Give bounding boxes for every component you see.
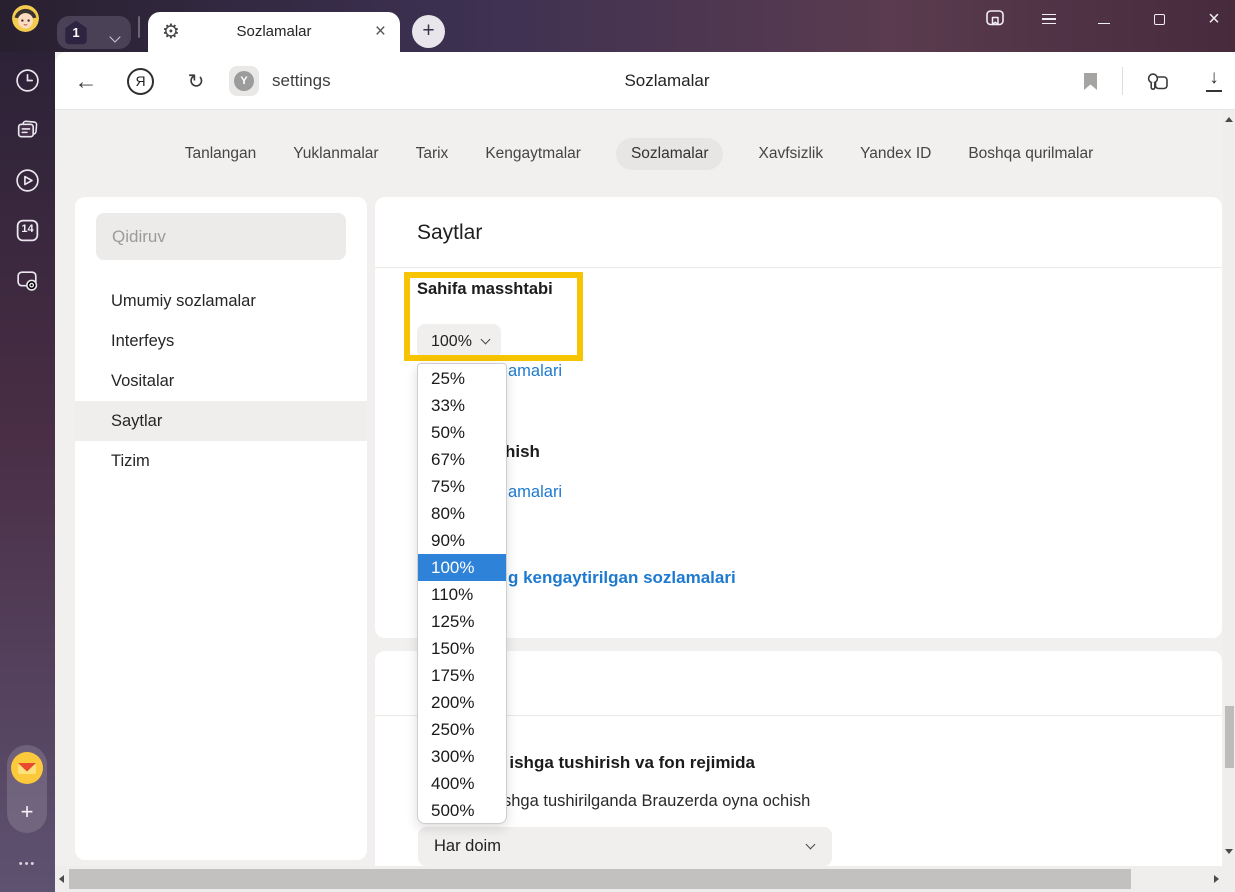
sidebar-item-tizim[interactable]: Tizim xyxy=(75,441,367,481)
highlight-annotation xyxy=(404,272,583,361)
tab-close-icon[interactable]: × xyxy=(375,12,386,52)
play-media-icon[interactable] xyxy=(14,167,41,194)
zoom-option[interactable]: 50% xyxy=(418,419,506,446)
zoom-option[interactable]: 80% xyxy=(418,500,506,527)
tab-count: 1 xyxy=(64,22,88,44)
section-divider xyxy=(375,267,1222,268)
scroll-down-arrow[interactable] xyxy=(1225,849,1233,854)
partial-link-1[interactable]: amalari xyxy=(508,362,562,381)
zoom-option[interactable]: 200% xyxy=(418,689,506,716)
downloads-icon[interactable]: ↓ xyxy=(1201,67,1227,95)
zoom-option[interactable]: 250% xyxy=(418,716,506,743)
sidebar-bookmarks-icon[interactable] xyxy=(983,7,1007,31)
horizontal-scrollbar[interactable] xyxy=(55,866,1235,892)
titlebar-divider xyxy=(138,16,140,38)
nav-tab-boshqa-qurilmalar[interactable]: Boshqa qurilmalar xyxy=(966,138,1095,170)
chevron-down-icon[interactable] xyxy=(111,28,119,46)
zoom-option[interactable]: 67% xyxy=(418,446,506,473)
zoom-option[interactable]: 110% xyxy=(418,581,506,608)
scroll-up-arrow[interactable] xyxy=(1225,117,1233,122)
sidebar-item-interfeys[interactable]: Interfeys xyxy=(75,321,367,361)
nav-tab-xavfsizlik[interactable]: Xavfsizlik xyxy=(756,138,825,170)
download-arrow: ↓ xyxy=(1201,67,1227,89)
address-bar-page-title: Sozlamalar xyxy=(99,52,1235,110)
nav-tab-yandex-id[interactable]: Yandex ID xyxy=(858,138,933,170)
zoom-option-selected[interactable]: 100% xyxy=(418,554,506,581)
settings-page: Tanlangan Yuklanmalar Tarix Kengaytmalar… xyxy=(55,110,1235,892)
settings-top-nav: Tanlangan Yuklanmalar Tarix Kengaytmalar… xyxy=(55,136,1223,172)
search-input[interactable] xyxy=(96,213,346,260)
screenshot-icon[interactable] xyxy=(14,267,41,294)
extensions-icon[interactable] xyxy=(1145,69,1171,95)
zoom-option[interactable]: 90% xyxy=(418,527,506,554)
maximize-button[interactable] xyxy=(1147,7,1171,31)
zoom-option[interactable]: 150% xyxy=(418,635,506,662)
tab-title: Sozlamalar xyxy=(148,12,400,52)
calendar-icon[interactable]: 14 xyxy=(14,217,41,244)
autostart-select-value: Har doim xyxy=(434,827,501,866)
zoom-option[interactable]: 300% xyxy=(418,743,506,770)
toolbar-divider xyxy=(1122,67,1123,95)
zoom-option[interactable]: 400% xyxy=(418,770,506,797)
side-rail: 14 + ••• xyxy=(0,52,55,892)
zoom-option[interactable]: 75% xyxy=(418,473,506,500)
zoom-option[interactable]: 500% xyxy=(418,797,506,824)
chevron-down-icon xyxy=(806,840,816,850)
advanced-settings-link[interactable]: g kengaytirilgan sozlamalari xyxy=(508,568,736,588)
more-options-dots[interactable]: ••• xyxy=(0,858,55,870)
sidebar-item-umumiy-sozlamalar[interactable]: Umumiy sozlamalar xyxy=(75,281,367,321)
nav-tab-yuklanmalar[interactable]: Yuklanmalar xyxy=(291,138,380,170)
close-window-button[interactable]: × xyxy=(1202,7,1226,31)
zoom-dropdown: 25% 33% 50% 67% 75% 80% 90% 100% 110% 12… xyxy=(417,363,507,824)
zoom-option[interactable]: 175% xyxy=(418,662,506,689)
browser-tab[interactable]: ⚙ Sozlamalar × xyxy=(148,12,400,52)
titlebar: 1 ⚙ Sozlamalar × + × xyxy=(0,0,1235,52)
calendar-day-label: 14 xyxy=(14,223,41,235)
scroll-left-arrow[interactable] xyxy=(59,875,64,883)
feed-notes-icon[interactable] xyxy=(14,117,41,144)
zoom-option[interactable]: 33% xyxy=(418,392,506,419)
profile-avatar-icon[interactable] xyxy=(12,5,39,32)
settings-sidebar: Umumiy sozlamalar Interfeys Vositalar Sa… xyxy=(75,197,367,860)
nav-tab-tarix[interactable]: Tarix xyxy=(414,138,451,170)
partial-heading-1: hish xyxy=(505,442,540,462)
zoom-option[interactable]: 25% xyxy=(418,365,506,392)
scroll-right-arrow[interactable] xyxy=(1214,875,1219,883)
vertical-scrollbar[interactable] xyxy=(1223,110,1235,892)
tab-counter[interactable]: 1 xyxy=(57,16,131,49)
minimize-button[interactable] xyxy=(1092,7,1116,31)
vertical-scrollbar-thumb[interactable] xyxy=(1225,706,1234,768)
browser-menu-icon[interactable] xyxy=(1037,7,1061,31)
history-clock-icon[interactable] xyxy=(14,67,41,94)
sidebar-item-saytlar[interactable]: Saytlar xyxy=(75,401,367,441)
new-tab-button[interactable]: + xyxy=(412,15,445,48)
services-pill: + xyxy=(7,745,47,833)
section-title: Saytlar xyxy=(417,221,482,245)
autostart-description: shga tushirilganda Brauzerda oyna ochish xyxy=(503,792,810,811)
toolbar: ← Я ↻ Y settings Sozlamalar ↓ xyxy=(55,52,1235,110)
autostart-select[interactable]: Har doim xyxy=(418,827,832,866)
horizontal-scrollbar-thumb[interactable] xyxy=(69,869,1131,889)
nav-tab-tanlangan[interactable]: Tanlangan xyxy=(183,138,259,170)
zoom-option[interactable]: 125% xyxy=(418,608,506,635)
add-service-button[interactable]: + xyxy=(7,799,47,825)
nav-tab-sozlamalar[interactable]: Sozlamalar xyxy=(616,138,724,170)
yandex-mail-icon[interactable] xyxy=(11,752,43,784)
sidebar-item-vositalar[interactable]: Vositalar xyxy=(75,361,367,401)
partial-link-2[interactable]: amalari xyxy=(508,483,562,502)
back-button[interactable]: ← xyxy=(71,52,101,110)
autostart-heading: t ishga tushirish va fon rejimida xyxy=(499,753,755,773)
nav-tab-kengaytmalar[interactable]: Kengaytmalar xyxy=(483,138,583,170)
